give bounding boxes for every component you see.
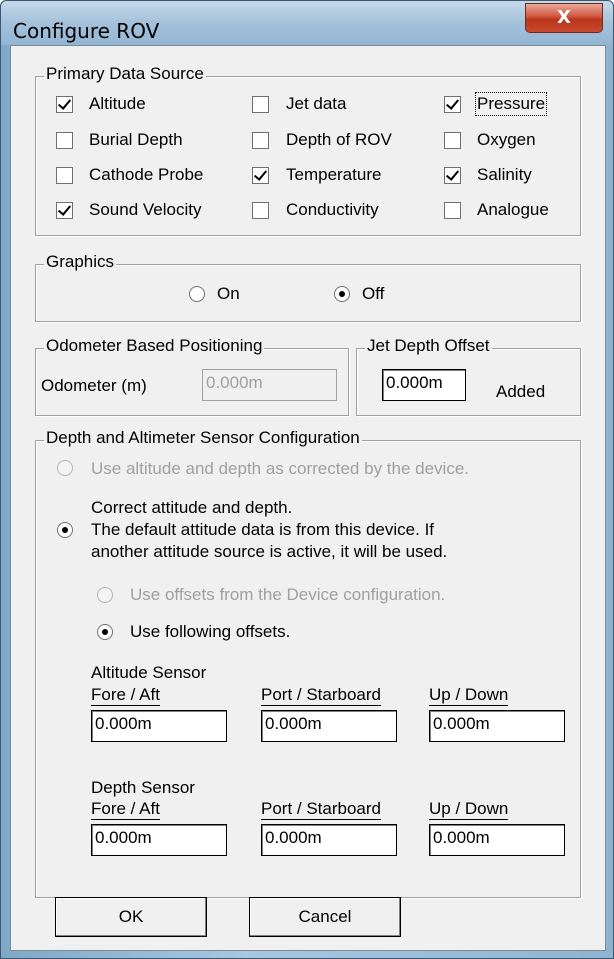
altitude-port-starboard-label: Port / Starboard xyxy=(261,685,382,706)
checkbox-pressure[interactable] xyxy=(444,96,461,113)
graphics-on-radio[interactable] xyxy=(189,286,205,302)
depth-fore-aft-input[interactable]: 0.000m xyxy=(91,824,227,856)
graphics-group: Graphics xyxy=(35,252,581,322)
altitude-up-down-label: Up / Down xyxy=(429,685,509,706)
checkbox-burial-depth-label: Burial Depth xyxy=(89,130,183,149)
following-offsets-label: Use following offsets. xyxy=(130,622,291,641)
device-offsets-radio[interactable] xyxy=(97,587,113,603)
depth-port-starboard-label: Port / Starboard xyxy=(261,799,382,820)
checkbox-altitude[interactable] xyxy=(56,96,73,113)
checkbox-jet-data[interactable] xyxy=(252,96,269,113)
checkbox-oxygen[interactable] xyxy=(444,132,461,149)
depth-fore-aft-label: Fore / Aft xyxy=(91,799,160,820)
altitude-sensor-heading: Altitude Sensor xyxy=(91,663,207,682)
checkbox-altitude-label: Altitude xyxy=(89,94,146,113)
primary-data-source-legend: Primary Data Source xyxy=(44,64,206,84)
checkbox-conductivity-label: Conductivity xyxy=(286,200,379,219)
graphics-on-label: On xyxy=(217,284,240,303)
depth-port-starboard-input[interactable]: 0.000m xyxy=(261,824,397,856)
checkbox-analogue[interactable] xyxy=(444,202,461,219)
altitude-up-down-input[interactable]: 0.000m xyxy=(429,710,565,742)
depth-sensor-heading: Depth Sensor xyxy=(91,778,195,797)
odometer-label: Odometer (m) xyxy=(41,376,147,395)
window-title: Configure ROV xyxy=(13,19,160,43)
sensor-config-legend: Depth and Altimeter Sensor Configuration xyxy=(44,428,362,448)
checkbox-temperature[interactable] xyxy=(252,167,269,184)
dialog-client-area: Primary Data Source Altitude Jet data Pr… xyxy=(10,45,606,951)
altitude-fore-aft-label: Fore / Aft xyxy=(91,685,160,706)
depth-up-down-input[interactable]: 0.000m xyxy=(429,824,565,856)
graphics-off-radio[interactable] xyxy=(334,286,350,302)
title-bar[interactable]: Configure ROV X xyxy=(1,1,613,45)
correct-attitude-label-3: another attitude source is active, it wi… xyxy=(91,542,448,561)
checkbox-jet-data-label: Jet data xyxy=(286,94,347,113)
graphics-legend: Graphics xyxy=(44,252,117,272)
cancel-button[interactable]: Cancel xyxy=(249,897,401,937)
graphics-off-label: Off xyxy=(362,284,385,303)
altitude-fore-aft-input[interactable]: 0.000m xyxy=(91,710,227,742)
checkbox-depth-of-rov[interactable] xyxy=(252,132,269,149)
jet-depth-offset-input[interactable]: 0.000m xyxy=(382,369,466,401)
checkbox-depth-of-rov-label: Depth of ROV xyxy=(286,130,392,149)
checkbox-pressure-label: Pressure xyxy=(474,92,548,116)
checkbox-sound-velocity[interactable] xyxy=(56,202,73,219)
odometer-legend: Odometer Based Positioning xyxy=(44,336,265,356)
ok-button[interactable]: OK xyxy=(55,897,207,937)
checkbox-analogue-label: Analogue xyxy=(477,200,549,219)
checkbox-oxygen-label: Oxygen xyxy=(477,130,536,149)
altitude-port-starboard-input[interactable]: 0.000m xyxy=(261,710,397,742)
checkbox-burial-depth[interactable] xyxy=(56,132,73,149)
checkbox-cathode-probe[interactable] xyxy=(56,167,73,184)
checkbox-salinity[interactable] xyxy=(444,167,461,184)
checkbox-salinity-label: Salinity xyxy=(477,165,532,184)
depth-up-down-label: Up / Down xyxy=(429,799,509,820)
device-offsets-label: Use offsets from the Device configuratio… xyxy=(130,585,446,604)
odometer-input[interactable]: 0.000m xyxy=(202,369,337,401)
checkbox-sound-velocity-label: Sound Velocity xyxy=(89,200,202,219)
correct-attitude-radio[interactable] xyxy=(57,522,73,538)
close-button[interactable]: X xyxy=(525,3,603,33)
correct-attitude-label-2: The default attitude data is from this d… xyxy=(91,520,435,539)
checkbox-temperature-label: Temperature xyxy=(286,165,382,184)
configure-rov-window: Configure ROV X Primary Data Source Alti… xyxy=(0,0,614,959)
device-corrected-radio[interactable] xyxy=(57,460,73,476)
checkbox-conductivity[interactable] xyxy=(252,202,269,219)
jet-depth-offset-legend: Jet Depth Offset xyxy=(365,336,492,356)
close-icon: X xyxy=(557,7,571,28)
correct-attitude-label-1: Correct attitude and depth. xyxy=(91,498,293,517)
jet-depth-offset-suffix: Added xyxy=(496,382,546,401)
checkbox-cathode-probe-label: Cathode Probe xyxy=(89,165,204,184)
following-offsets-radio[interactable] xyxy=(97,624,113,640)
device-corrected-label: Use altitude and depth as corrected by t… xyxy=(91,459,470,478)
